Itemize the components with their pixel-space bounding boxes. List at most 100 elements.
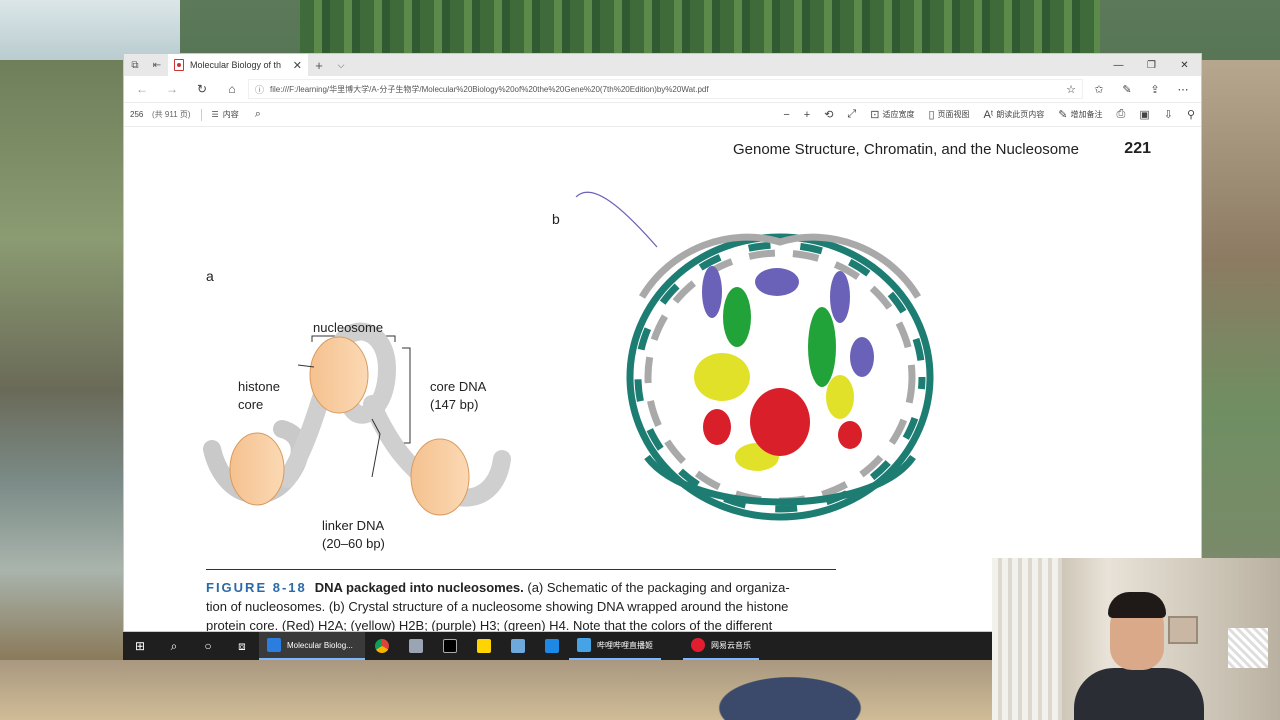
caption-line-2: tion of nucleosomes. (b) Crystal structu… bbox=[206, 599, 789, 614]
wallpaper-sky bbox=[0, 0, 180, 60]
webcam-person-body bbox=[1074, 668, 1204, 720]
sticky-notes-icon[interactable] bbox=[467, 632, 501, 660]
search-icon[interactable]: ⌕ bbox=[157, 632, 191, 660]
taskbar-app-music[interactable]: 网易云音乐 bbox=[683, 632, 759, 660]
browser-window: ⧉ ⇤ Molecular Biology of th ✕ + ⌵ — ❐ ✕ … bbox=[123, 53, 1202, 632]
label-linker-dna: linker DNA bbox=[322, 518, 385, 533]
add-notes-button[interactable]: ✎ 增加备注 bbox=[1058, 108, 1102, 121]
page-total: (共 911 页) bbox=[152, 110, 191, 119]
tab-title: Molecular Biology of th bbox=[190, 60, 282, 70]
caption-title: DNA packaged into nucleosomes. bbox=[314, 580, 524, 595]
forward-icon[interactable]: → bbox=[158, 82, 186, 96]
toc-button[interactable]: ☰ 内容 bbox=[212, 109, 239, 120]
close-window-icon[interactable]: ✕ bbox=[1168, 60, 1201, 71]
page-number: 221 bbox=[1124, 140, 1151, 157]
webcam-overlay bbox=[992, 558, 1280, 720]
pen-icon[interactable]: ✎ bbox=[1113, 83, 1141, 96]
more-icon[interactable]: ⋯ bbox=[1169, 83, 1197, 96]
page-view-icon: ▯ bbox=[928, 109, 935, 121]
panel-label-a: a bbox=[206, 268, 214, 284]
start-windows-icon[interactable]: ⊞ bbox=[123, 632, 157, 660]
zoom-in-icon[interactable]: + bbox=[804, 109, 810, 121]
toc-label: 内容 bbox=[222, 110, 239, 119]
histone-core-2 bbox=[309, 336, 369, 414]
add-notes-label: 增加备注 bbox=[1070, 110, 1103, 119]
chrome-icon[interactable] bbox=[365, 632, 399, 660]
wallpaper-character bbox=[680, 660, 900, 720]
read-aloud-button[interactable]: Aᵗ 朗读此页内容 bbox=[984, 109, 1045, 121]
histone-core-3 bbox=[410, 438, 470, 516]
tab-pdf[interactable]: Molecular Biology of th ✕ bbox=[168, 54, 308, 76]
home-icon[interactable]: ⌂ bbox=[218, 82, 246, 96]
chevron-down-icon[interactable]: ⌵ bbox=[330, 60, 352, 71]
fullscreen-icon[interactable]: ⤢ bbox=[847, 108, 856, 121]
core-dna-bracket bbox=[402, 347, 411, 444]
favorites-icon[interactable]: ✩ bbox=[1085, 83, 1113, 96]
caption-line-1: FIGURE 8-18 DNA packaged into nucleosomes… bbox=[206, 578, 846, 597]
taskbar-app-browser-label: Molecular Biolog... bbox=[287, 640, 353, 650]
nucleosome-crystal-structure bbox=[575, 191, 934, 521]
webcam-wall-picture bbox=[1168, 616, 1198, 644]
netease-music-icon bbox=[691, 638, 705, 652]
label-core-dna: core DNA bbox=[430, 379, 487, 394]
pdf-page: Genome Structure, Chromatin, and the Nuc… bbox=[124, 129, 1201, 631]
pdf-toolbar: 256 (共 911 页) ☰ 内容 ⌕ − + ⟲ ⤢ ⊡ 适应宽度 ▯ 页面视图… bbox=[124, 103, 1201, 127]
wallpaper-street-right bbox=[1202, 60, 1280, 560]
zoom-out-icon[interactable]: − bbox=[783, 109, 789, 121]
tab-bar: ⧉ ⇤ Molecular Biology of th ✕ + ⌵ — ❐ ✕ bbox=[124, 54, 1201, 76]
file-explorer-icon[interactable] bbox=[399, 632, 433, 660]
webcam-person-hair bbox=[1108, 592, 1166, 618]
taskbar-app-music-label: 网易云音乐 bbox=[711, 640, 751, 650]
caption-rule bbox=[206, 569, 836, 570]
print-icon[interactable]: ⎙ bbox=[1117, 108, 1126, 121]
cortana-icon[interactable]: ○ bbox=[191, 632, 225, 660]
histone-core-1 bbox=[229, 432, 285, 506]
fit-width-icon: ⊡ bbox=[870, 109, 880, 121]
wallpaper-river-left bbox=[0, 60, 123, 660]
refresh-icon[interactable]: ↻ bbox=[188, 82, 216, 96]
favorite-star-icon[interactable]: ☆ bbox=[1066, 83, 1076, 96]
read-aloud-label: 朗读此页内容 bbox=[996, 110, 1045, 119]
read-aloud-icon: Aᵗ bbox=[983, 108, 994, 121]
taskbar: ⊞ ⌕ ○ ⧈ Molecular Biolog... 哔哩哔哩直播姬 网易云音… bbox=[123, 632, 992, 660]
webcam-curtain bbox=[992, 558, 1062, 720]
label-histone: histone bbox=[238, 379, 280, 394]
address-bar-row: ← → ↻ ⌂ ⓘ file:///F:/learning/华里博大学/A-分子… bbox=[124, 76, 1201, 103]
minimize-icon[interactable]: — bbox=[1102, 60, 1135, 71]
task-view-icon[interactable]: ⧈ bbox=[225, 632, 259, 660]
histone-tail bbox=[575, 191, 658, 248]
rotate-icon[interactable]: ⟲ bbox=[824, 108, 833, 121]
tab-actions-icon[interactable]: ⧉ bbox=[124, 54, 146, 76]
fit-width-label: 适应宽度 bbox=[882, 110, 915, 119]
page-number-input[interactable]: 256 bbox=[130, 110, 144, 119]
set-tabs-aside-icon[interactable]: ⇤ bbox=[146, 54, 168, 76]
taskbar-app-browser[interactable]: Molecular Biolog... bbox=[259, 632, 365, 660]
search-icon[interactable]: ⌕ bbox=[255, 108, 261, 121]
restore-icon[interactable]: ❐ bbox=[1135, 60, 1168, 71]
fit-width-button[interactable]: ⊡ 适应宽度 bbox=[870, 108, 914, 121]
pdf-tools: − + ⟲ ⤢ ⊡ 适应宽度 ▯ 页面视图 Aᵗ 朗读此页内容 ✎ 增加备注 ⎙ ▣ ⇩… bbox=[783, 108, 1195, 121]
feather-icon[interactable] bbox=[501, 632, 535, 660]
terminal-icon[interactable] bbox=[433, 632, 467, 660]
taskbar-app-live[interactable]: 哔哩哔哩直播姬 bbox=[569, 632, 661, 660]
pin-icon[interactable]: ⚲ bbox=[1187, 108, 1195, 121]
info-icon[interactable]: ⓘ bbox=[255, 83, 264, 96]
new-tab-icon[interactable]: + bbox=[308, 58, 330, 73]
pdf-icon bbox=[174, 59, 184, 71]
page-view-button[interactable]: ▯ 页面视图 bbox=[928, 108, 969, 121]
window-controls: — ❐ ✕ bbox=[1102, 60, 1201, 71]
panel-label-b: b bbox=[552, 211, 560, 227]
back-icon[interactable]: ← bbox=[128, 82, 156, 96]
url-text[interactable]: file:///F:/learning/华里博大学/A-分子生物学/Molecu… bbox=[270, 84, 1060, 95]
page-view-label: 页面视图 bbox=[937, 110, 970, 119]
figure-caption: FIGURE 8-18 DNA packaged into nucleosomes… bbox=[206, 578, 846, 631]
calendar-icon[interactable] bbox=[535, 632, 569, 660]
label-core: core bbox=[238, 397, 264, 412]
close-tab-icon[interactable]: ✕ bbox=[293, 59, 302, 72]
share-icon[interactable]: ⇪ bbox=[1141, 83, 1169, 96]
save-as-icon[interactable]: ⇩ bbox=[1164, 108, 1173, 121]
save-icon[interactable]: ▣ bbox=[1139, 108, 1149, 121]
taskbar-app-live-label: 哔哩哔哩直播姬 bbox=[597, 640, 653, 650]
address-bar[interactable]: ⓘ file:///F:/learning/华里博大学/A-分子生物学/Mole… bbox=[248, 79, 1083, 99]
label-linker-dna-bp: (20–60 bp) bbox=[322, 536, 385, 551]
